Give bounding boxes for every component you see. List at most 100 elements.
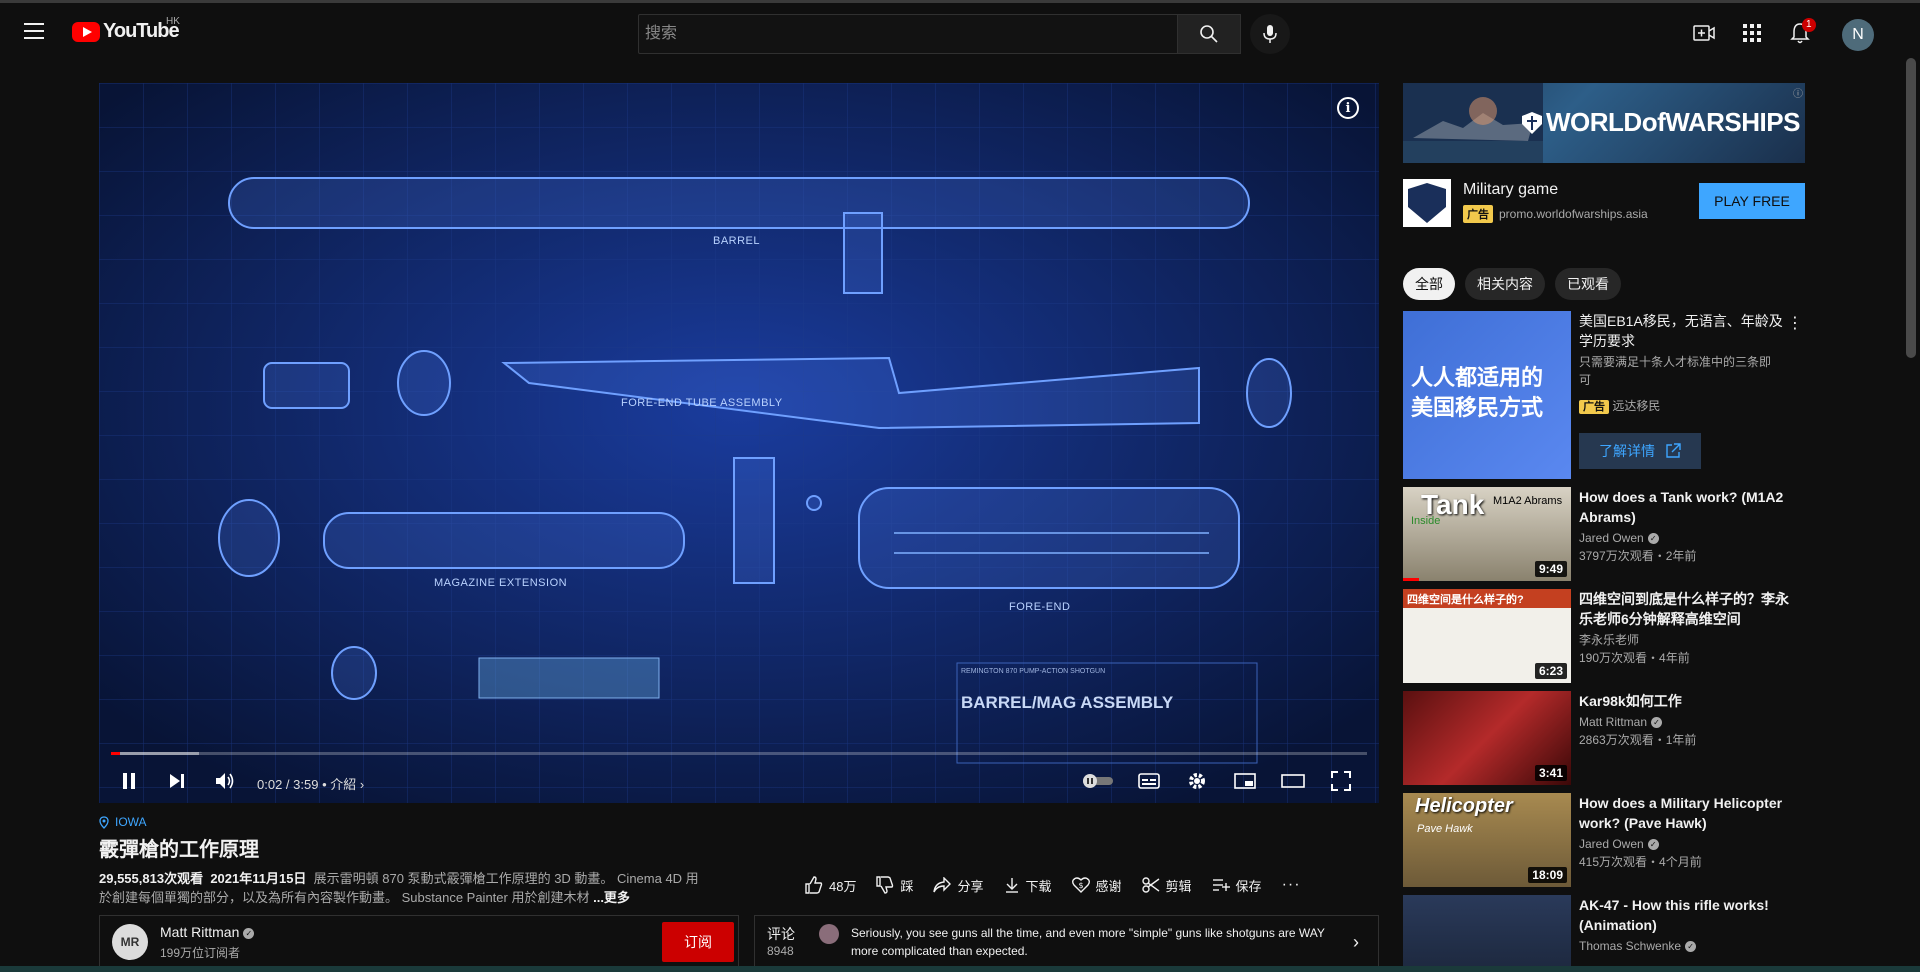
player-controls: 0:02 / 3:59 • 介紹 ›: [99, 759, 1379, 803]
recommendation-thumbnail[interactable]: Helicopter Pave Hawk 18:09: [1403, 793, 1571, 887]
progress-bar[interactable]: [111, 752, 1367, 755]
dislike-label: 踩: [900, 878, 914, 894]
download-button[interactable]: 下载: [1004, 872, 1052, 898]
recommendation-thumbnail[interactable]: 3:41: [1403, 691, 1571, 785]
recommendation-thumbnail[interactable]: Tank M1A2 Abrams Inside 9:49: [1403, 487, 1571, 581]
recommendation-title: How does a Military Helicopter work? (Pa…: [1579, 795, 1783, 831]
show-more-link[interactable]: ...更多: [593, 890, 630, 905]
settings-button[interactable]: [1183, 767, 1211, 795]
promo-thumbnail-text: 人人都适用的美国移民方式: [1411, 365, 1544, 420]
theater-mode-button[interactable]: [1279, 767, 1307, 795]
more-actions-button[interactable]: ···: [1282, 872, 1301, 898]
apps-button[interactable]: [1740, 21, 1764, 45]
country-code: HK: [166, 16, 180, 27]
filter-chips: 全部 相关内容 已观看: [1403, 268, 1621, 300]
search-input[interactable]: [639, 15, 1177, 53]
learn-more-label: 了解详情: [1599, 443, 1655, 459]
thanks-button[interactable]: $ 感谢: [1071, 872, 1122, 898]
time-total: 3:59: [293, 777, 319, 792]
recommendation-item[interactable]: Helicopter Pave Hawk 18:09 How does a Mi…: [1403, 793, 1805, 887]
voice-search-button[interactable]: [1250, 14, 1290, 54]
ad-banner-image[interactable]: WORLDofWARSHIPS ⓘ: [1403, 83, 1805, 163]
recommendation-item[interactable]: AK-47 - How this rifle works! (Animation…: [1403, 895, 1805, 972]
thumbnail-subtext: M1A2 Abrams: [1493, 495, 1563, 507]
promoted-video[interactable]: 人人都适用的美国移民方式 美国EB1A移民，无语言、年龄及学历要求 只需要满足十…: [1403, 311, 1805, 479]
recommendation-thumbnail[interactable]: 四维空间是什么样子的? 6:23: [1403, 589, 1571, 683]
thumbnail-inside-text: Inside: [1411, 515, 1441, 527]
play-free-button[interactable]: PLAY FREE: [1699, 183, 1805, 219]
learn-more-button[interactable]: 了解详情: [1579, 433, 1701, 469]
chip-all[interactable]: 全部: [1403, 268, 1455, 300]
verified-icon: ✓: [243, 927, 255, 939]
recommendation-channel: Jared Owen ✓: [1579, 835, 1659, 853]
promo-thumbnail[interactable]: 人人都适用的美国移民方式: [1403, 311, 1571, 479]
video-player[interactable]: BARREL FORE-END TUBE ASSEMBLY MAGAZINE E…: [99, 83, 1379, 803]
autoplay-toggle[interactable]: [1081, 767, 1115, 795]
channel-name[interactable]: Matt Rittman ✓: [160, 924, 255, 940]
pause-icon: [123, 773, 135, 789]
like-button[interactable]: 48万: [805, 872, 856, 898]
recommendation-title: How does a Tank work? (M1A2 Abrams): [1579, 489, 1784, 525]
next-button[interactable]: [163, 767, 191, 795]
gear-icon: [1189, 773, 1205, 789]
volume-button[interactable]: [211, 767, 239, 795]
pause-button[interactable]: [115, 767, 143, 795]
youtube-logo[interactable]: YouTube HK: [72, 16, 180, 43]
fullscreen-button[interactable]: [1327, 767, 1355, 795]
channel-name-text: Matt Rittman: [160, 924, 240, 940]
microphone-icon: [1263, 25, 1277, 43]
channel-info: MR Matt Rittman ✓ 199万位订阅者 订阅: [99, 915, 739, 972]
search-button[interactable]: [1177, 14, 1241, 54]
recommendation-item[interactable]: 四维空间是什么样子的? 6:23 四维空间到底是什么样子的？李永乐老师6分钟解释…: [1403, 589, 1805, 683]
location-tag[interactable]: IOWA: [99, 815, 147, 829]
chip-related[interactable]: 相关内容: [1465, 268, 1545, 300]
subtitles-icon: [1138, 773, 1160, 789]
dislike-button[interactable]: 踩: [876, 872, 913, 898]
recommendation-meta: 2863万次观看・1年前: [1579, 733, 1697, 747]
ad-info-icon[interactable]: ⓘ: [1793, 85, 1803, 100]
verified-icon: ✓: [1651, 717, 1663, 729]
create-video-button[interactable]: [1692, 21, 1716, 45]
verified-icon: ✓: [1647, 839, 1659, 851]
subtitles-button[interactable]: [1135, 767, 1163, 795]
ad-title: Military game: [1463, 181, 1559, 198]
time-display: 0:02 / 3:59 • 介紹 ›: [257, 777, 365, 792]
view-count: 29,555,813次观看: [99, 871, 204, 886]
fullscreen-icon: [1331, 771, 1351, 791]
recommendation-thumbnail[interactable]: [1403, 895, 1571, 972]
watched-progress: [1403, 578, 1419, 581]
chip-watched[interactable]: 已观看: [1555, 268, 1621, 300]
video-title: 霰彈槍的工作原理: [99, 839, 259, 861]
thumbnail-text: 四维空间是什么样子的?: [1407, 594, 1524, 606]
scissors-icon: [1141, 877, 1159, 893]
ad-card[interactable]: Military game 广告 promo.worldofwarships.a…: [1403, 179, 1805, 229]
more-vert-icon[interactable]: ⋮: [1787, 313, 1803, 333]
fore-end-label: FORE-END: [1009, 601, 1071, 613]
recommendation-item[interactable]: Tank M1A2 Abrams Inside 9:49 How does a …: [1403, 487, 1805, 581]
autoplay-toggle-icon: [1083, 774, 1113, 788]
video-description[interactable]: 29,555,813次观看 2021年11月15日 展示雷明頓 870 泵動式霰…: [99, 869, 699, 907]
comments-teaser[interactable]: 评论 8948 Seriously, you see guns all the …: [754, 915, 1379, 972]
save-label: 保存: [1235, 878, 1262, 894]
location-text: IOWA: [115, 815, 147, 829]
share-button[interactable]: 分享: [933, 872, 984, 898]
ad-url: promo.worldofwarships.asia: [1499, 207, 1648, 221]
ad-banner-text: WORLDofWARSHIPS: [1546, 107, 1800, 137]
chapter-title[interactable]: • 介紹: [322, 777, 356, 792]
subscribe-button[interactable]: 订阅: [662, 922, 734, 962]
duration-badge: 9:49: [1534, 561, 1567, 577]
clip-button[interactable]: 剪辑: [1141, 872, 1192, 898]
recommendation-channel: Jared Owen ✓: [1579, 529, 1659, 547]
miniplayer-button[interactable]: [1231, 767, 1259, 795]
thumbnail-text: Helicopter: [1415, 795, 1513, 817]
channel-avatar[interactable]: MR: [112, 924, 148, 960]
hamburger-menu-icon[interactable]: [22, 19, 46, 43]
thanks-label: 感谢: [1095, 878, 1122, 894]
save-button[interactable]: 保存: [1212, 872, 1262, 898]
share-label: 分享: [957, 878, 984, 894]
action-bar: 48万 踩 分享 下载 $ 感谢 剪辑 保存 ···: [805, 872, 1321, 898]
recommendation-item[interactable]: 3:41 Kar98k如何工作 Matt Rittman ✓ 2863万次观看・1…: [1403, 691, 1805, 785]
account-avatar[interactable]: N: [1842, 19, 1874, 51]
info-card-icon[interactable]: i: [1337, 97, 1359, 119]
page-scrollbar[interactable]: [1906, 58, 1916, 358]
